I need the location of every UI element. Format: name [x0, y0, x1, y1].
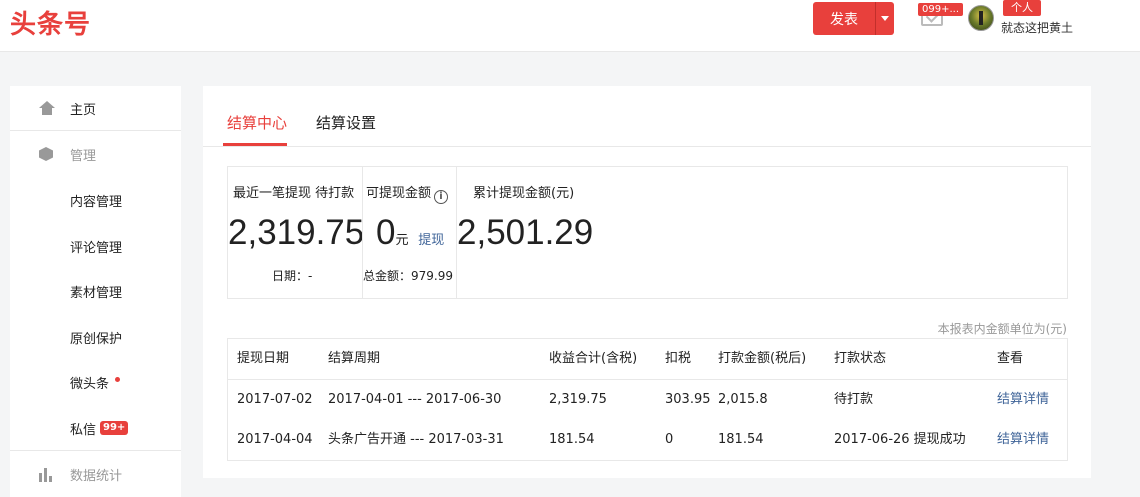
cell-payment: 2,015.8 [718, 392, 768, 407]
avatar[interactable] [968, 5, 994, 31]
publish-dropdown-button[interactable] [876, 2, 894, 35]
user-name[interactable]: 就态这把黄土 [1001, 19, 1073, 36]
publish-button-group: 发表 [813, 2, 894, 35]
settlement-detail-link[interactable]: 结算详情 [997, 380, 1049, 420]
user-type-badge: 个人 [1003, 0, 1041, 16]
column-header: 结算周期 [328, 351, 381, 366]
withdraw-link[interactable]: 提现 [418, 232, 444, 247]
sidebar-item-label: 原创保护 [70, 332, 123, 347]
summary-value: 0 [376, 213, 396, 252]
summary-label: 最近一笔提现 待打款 [233, 186, 355, 201]
column-header: 收益合计(含税) [549, 351, 638, 366]
sidebar-item-label: 数据统计 [70, 469, 123, 484]
publish-button[interactable]: 发表 [813, 2, 876, 35]
bar-chart-icon [39, 467, 54, 482]
column-header: 打款状态 [834, 351, 887, 366]
cell-date: 2017-04-04 [237, 432, 313, 447]
table-header-row: 提现日期 结算周期 收益合计(含税) 扣税 打款金额(税后) 打款状态 查看 [228, 339, 1067, 380]
unread-dot [115, 377, 120, 382]
unit-label: 元 [395, 232, 409, 247]
logo[interactable]: 头条号 [10, 4, 91, 41]
sidebar-item-material-manage[interactable]: 素材管理 [10, 269, 181, 314]
summary-box: 最近一笔提现 待打款 2,319.75 日期：- 可提现金额 i 0元 提现 总金… [227, 166, 1068, 299]
cell-date: 2017-07-02 [237, 392, 313, 407]
sidebar-item-private-message[interactable]: 私信 99+ [10, 406, 181, 451]
summary-date: 日期：- [272, 269, 313, 283]
summary-total-amount: 总金额：979.99 [363, 269, 453, 283]
sidebar-item-comment-manage[interactable]: 评论管理 [10, 224, 181, 269]
cell-income: 2,319.75 [549, 392, 607, 407]
top-header: 头条号 发表 099+... 个人 就态这把黄土 [0, 0, 1140, 52]
cell-period: 2017-04-01 --- 2017-06-30 [328, 392, 502, 407]
main-panel: 结算中心 结算设置 最近一笔提现 待打款 2,319.75 日期：- 可提现金额… [203, 86, 1091, 478]
cell-status: 待打款 [834, 392, 874, 407]
column-header: 提现日期 [237, 351, 290, 366]
column-header: 扣税 [665, 351, 692, 366]
cell-payment: 181.54 [718, 432, 764, 447]
message-center[interactable]: 099+... [918, 3, 968, 33]
tab-bar: 结算中心 结算设置 [203, 86, 1091, 147]
message-count-badge: 99+ [100, 421, 129, 435]
unit-note: 本报表内金额单位为(元) [937, 322, 1067, 336]
summary-label: 可提现金额 [366, 186, 432, 201]
sidebar-item-label: 内容管理 [70, 195, 123, 210]
sidebar-item-content-manage[interactable]: 内容管理 [10, 178, 181, 223]
sidebar-item-label: 评论管理 [70, 241, 123, 256]
sidebar-item-micro-headline[interactable]: 微头条 [10, 360, 181, 405]
active-tab-indicator [223, 143, 287, 146]
caret-down-icon [881, 16, 889, 21]
summary-label-row: 可提现金额 i [366, 182, 449, 204]
table-row: 2017-04-04 头条广告开通 --- 2017-03-31 181.54 … [228, 420, 1067, 460]
summary-recent: 最近一笔提现 待打款 2,319.75 日期：- [228, 167, 365, 298]
cell-income: 181.54 [549, 432, 595, 447]
summary-value: 2,319.75 [228, 213, 365, 252]
cell-status: 2017-06-26 提现成功 [834, 432, 966, 447]
sidebar-item-label: 微头条 [70, 377, 110, 392]
sidebar-item-label: 素材管理 [70, 286, 123, 301]
summary-label: 累计提现金额(元) [473, 186, 575, 201]
tab-settlement-settings[interactable]: 结算设置 [316, 112, 376, 133]
info-icon[interactable]: i [434, 190, 449, 204]
cell-tax: 303.95 [665, 392, 711, 407]
cell-tax: 0 [665, 432, 674, 447]
summary-available: 可提现金额 i 0元 提现 总金额：979.99 [362, 167, 456, 298]
sidebar-item-label: 私信 [70, 422, 97, 438]
summary-value: 2,501.29 [457, 213, 594, 252]
settlement-detail-link[interactable]: 结算详情 [997, 420, 1049, 460]
sidebar: 主页 管理 内容管理 评论管理 素材管理 原创保护 微头条 私信 99+ 数据统… [10, 86, 181, 497]
sidebar-item-manage[interactable]: 管理 [10, 132, 181, 177]
summary-total: 累计提现金额(元) 2,501.29 [456, 167, 656, 298]
sidebar-item-original-protection[interactable]: 原创保护 [10, 315, 181, 360]
settlement-table: 提现日期 结算周期 收益合计(含税) 扣税 打款金额(税后) 打款状态 查看 2… [227, 338, 1068, 461]
sidebar-item-home[interactable]: 主页 [10, 86, 181, 131]
column-header: 查看 [997, 351, 1024, 366]
summary-value-row: 0元 提现 [376, 213, 444, 253]
home-icon [39, 101, 55, 116]
sidebar-item-data-stats[interactable]: 数据统计 [10, 452, 181, 497]
cell-period: 头条广告开通 --- 2017-03-31 [328, 432, 504, 447]
tab-settlement-center[interactable]: 结算中心 [227, 112, 287, 133]
sidebar-item-label: 主页 [70, 102, 97, 118]
column-header: 打款金额(税后) [718, 351, 807, 366]
table-row: 2017-07-02 2017-04-01 --- 2017-06-30 2,3… [228, 380, 1067, 420]
sidebar-item-label: 管理 [70, 149, 97, 164]
mail-badge: 099+... [918, 3, 964, 16]
cube-icon [39, 147, 54, 162]
